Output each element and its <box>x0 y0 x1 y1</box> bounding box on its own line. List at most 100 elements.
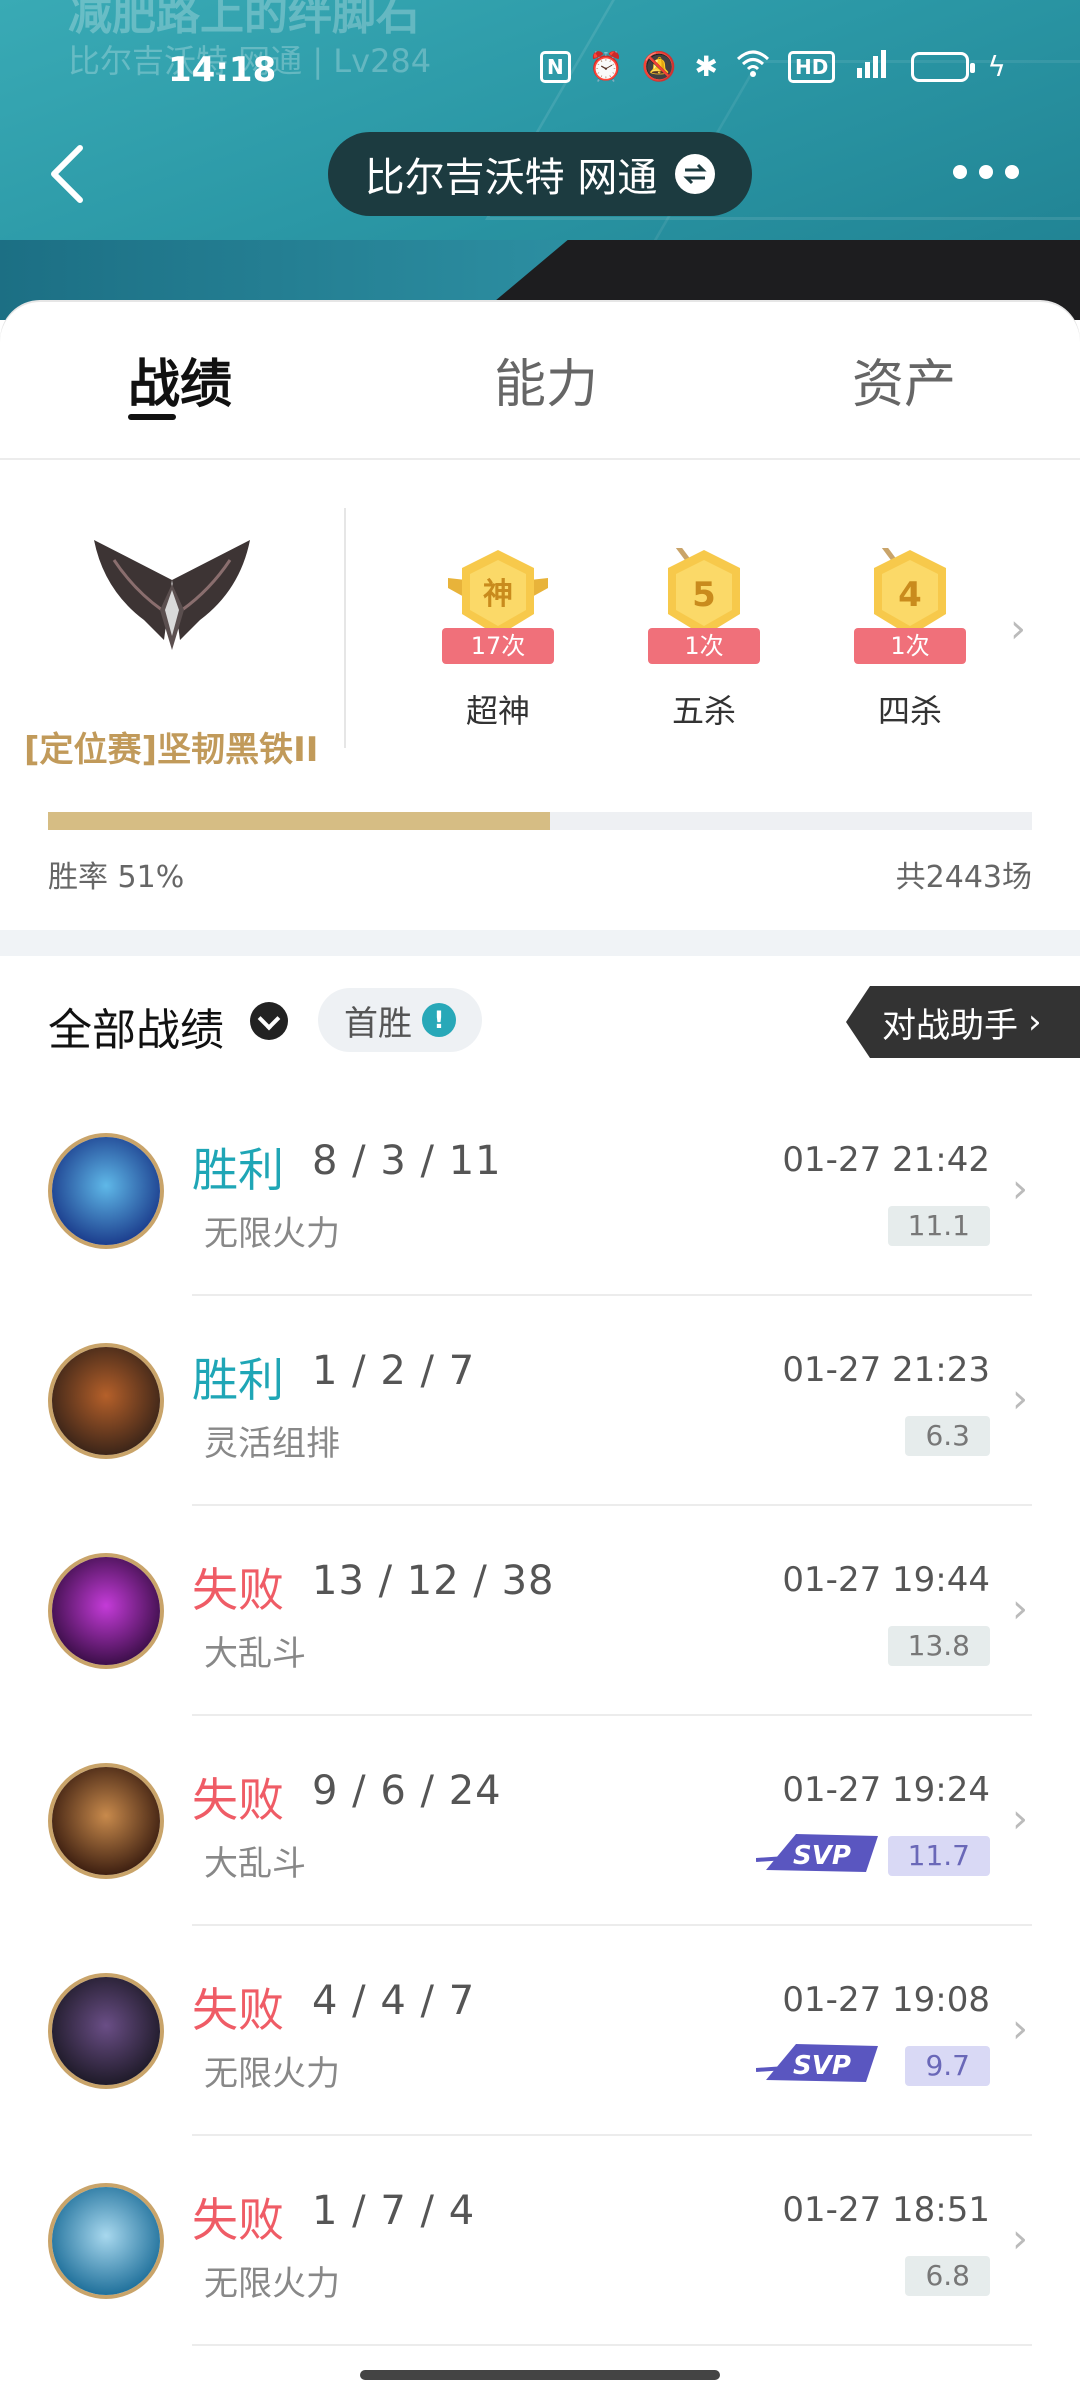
champion-avatar <box>48 2183 164 2299</box>
match-time: 01-27 21:42 <box>782 1140 990 1180</box>
chevron-right-icon: › <box>1012 1586 1028 1632</box>
match-mode: 无限火力 <box>204 2264 340 2304</box>
chevron-down-icon[interactable] <box>250 1002 288 1040</box>
server-switch-button[interactable]: 比尔吉沃特 网通 <box>328 132 752 216</box>
honors-more-chevron-icon[interactable]: › <box>1010 606 1026 652</box>
more-dot-icon <box>1005 165 1019 179</box>
win-rate-fill <box>48 812 550 830</box>
battery-icon <box>911 51 976 82</box>
svg-text:神: 神 <box>483 577 513 612</box>
match-time: 01-27 19:44 <box>782 1560 990 1600</box>
champion-avatar <box>48 1133 164 1249</box>
status-time: 14:18 <box>168 50 277 90</box>
champion-portrait-icon <box>52 1137 160 1245</box>
chevron-right-icon: › <box>1012 1376 1028 1422</box>
match-result: 胜利 <box>192 1353 284 1407</box>
first-win-label: 首胜 <box>344 1003 412 1044</box>
match-row[interactable]: 失败 4 / 4 / 7 无限火力 01-27 19:08 SVP 9.7 › <box>0 1926 1080 2136</box>
match-result: 失败 <box>192 2193 284 2247</box>
honor-count: 17次 <box>442 628 554 664</box>
more-options-button[interactable] <box>946 152 1026 192</box>
match-score: 9.7 <box>905 2046 990 2086</box>
match-row[interactable]: 失败 9 / 6 / 24 大乱斗 01-27 19:24 SVP 11.7 › <box>0 1716 1080 1926</box>
svp-badge-icon: SVP <box>756 2044 878 2082</box>
hd-icon: HD <box>787 50 836 83</box>
match-mode: 大乱斗 <box>204 1844 306 1884</box>
match-result: 胜利 <box>192 1143 284 1197</box>
honor-count: 1次 <box>854 628 966 664</box>
back-button[interactable] <box>40 134 100 214</box>
tab-bar: 战绩 能力 资产 <box>0 302 1080 460</box>
tab-assets[interactable]: 资产 <box>852 342 956 417</box>
header: 减肥路上的绊脚石 比尔吉沃特 网通 | Lv284 14:18 N ⏰ 🔕 ✱ … <box>0 0 1080 320</box>
honor-quadra-kill[interactable]: 4 1次 <box>840 540 980 680</box>
champion-portrait-icon <box>52 2187 160 2295</box>
match-score: 11.1 <box>887 1206 990 1246</box>
svg-text:4: 4 <box>898 575 922 615</box>
first-win-chip[interactable]: 首胜 ! <box>318 988 482 1052</box>
more-dot-icon <box>953 165 967 179</box>
rank-emblem-icon[interactable] <box>84 540 260 660</box>
chevron-right-icon: › <box>1028 1002 1042 1042</box>
match-kda: 13 / 12 / 38 <box>312 1558 555 1604</box>
match-score: 13.8 <box>887 1626 990 1666</box>
match-time: 01-27 19:24 <box>782 1770 990 1810</box>
battle-assistant-label: 对战助手 <box>882 1005 1018 1046</box>
home-indicator[interactable] <box>360 2370 720 2380</box>
svg-text:SVP: SVP <box>793 2051 851 2081</box>
total-games-label: 共2443场 <box>895 860 1032 895</box>
records-filter-dropdown[interactable]: 全部战绩 <box>48 994 224 1058</box>
chevron-right-icon: › <box>1012 2216 1028 2262</box>
match-row[interactable]: 失败 1 / 7 / 4 无限火力 01-27 18:51 6.8 › <box>0 2136 1080 2346</box>
match-result: 失败 <box>192 1773 284 1827</box>
match-kda: 9 / 6 / 24 <box>312 1768 502 1814</box>
row-divider <box>192 2344 1032 2346</box>
tab-ability[interactable]: 能力 <box>494 342 598 417</box>
champion-portrait-icon <box>52 1557 160 1665</box>
match-mode: 无限火力 <box>204 2054 340 2094</box>
match-row[interactable]: 胜利 8 / 3 / 11 无限火力 01-27 21:42 11.1 › <box>0 1086 1080 1296</box>
match-row[interactable]: 胜利 1 / 2 / 7 灵活组排 01-27 21:23 6.3 › <box>0 1296 1080 1506</box>
match-score: 6.8 <box>905 2256 990 2296</box>
bluetooth-icon: ✱ <box>694 50 718 83</box>
signal-5g-icon <box>853 48 893 85</box>
match-time: 01-27 19:08 <box>782 1980 990 2020</box>
honor-label: 五杀 <box>671 692 736 730</box>
section-separator <box>0 930 1080 956</box>
status-icons: N ⏰ 🔕 ✱ HD ϟ <box>540 48 1006 85</box>
divider <box>344 508 346 748</box>
match-kda: 8 / 3 / 11 <box>312 1138 502 1184</box>
match-result: 失败 <box>192 1563 284 1617</box>
rank-name: [定位赛]坚韧黑铁II <box>24 730 319 770</box>
match-result: 失败 <box>192 1983 284 2037</box>
match-time: 01-27 21:23 <box>782 1350 990 1390</box>
match-kda: 1 / 2 / 7 <box>312 1348 476 1394</box>
champion-portrait-icon <box>52 1767 160 1875</box>
honor-legendary[interactable]: 神 17次 <box>428 540 568 680</box>
nfc-icon: N <box>540 50 571 83</box>
match-kda: 1 / 7 / 4 <box>312 2188 476 2234</box>
match-row[interactable]: 失败 13 / 12 / 38 大乱斗 01-27 19:44 13.8 › <box>0 1506 1080 1716</box>
battle-assistant-button[interactable]: 对战助手 › <box>846 986 1080 1058</box>
champion-avatar <box>48 1343 164 1459</box>
match-mode: 灵活组排 <box>204 1424 340 1464</box>
match-list: 胜利 8 / 3 / 11 无限火力 01-27 21:42 11.1 › 胜利… <box>0 1086 1080 2346</box>
rank-summary: [定位赛]坚韧黑铁II 神 17次 超神 5 1次 五杀 4 1次 四杀 › 胜… <box>0 460 1080 930</box>
more-dot-icon <box>979 165 993 179</box>
honor-label: 超神 <box>465 692 530 730</box>
alarm-icon: ⏰ <box>588 50 624 83</box>
records-filter-bar: 全部战绩 首胜 ! 对战助手 › <box>0 956 1080 1086</box>
win-rate-bar <box>48 812 1032 830</box>
match-time: 01-27 18:51 <box>782 2190 990 2230</box>
champion-avatar <box>48 1973 164 2089</box>
chevron-right-icon: › <box>1012 1796 1028 1842</box>
tab-records[interactable]: 战绩 <box>128 342 232 417</box>
match-kda: 4 / 4 / 7 <box>312 1978 476 2024</box>
svp-badge-icon: SVP <box>756 1834 878 1872</box>
svg-text:SVP: SVP <box>793 1841 851 1871</box>
svg-text:5: 5 <box>692 575 716 615</box>
champion-portrait-icon <box>52 1977 160 2085</box>
honor-label: 四杀 <box>877 692 942 730</box>
match-score: 6.3 <box>905 1416 990 1456</box>
honor-penta-kill[interactable]: 5 1次 <box>634 540 774 680</box>
